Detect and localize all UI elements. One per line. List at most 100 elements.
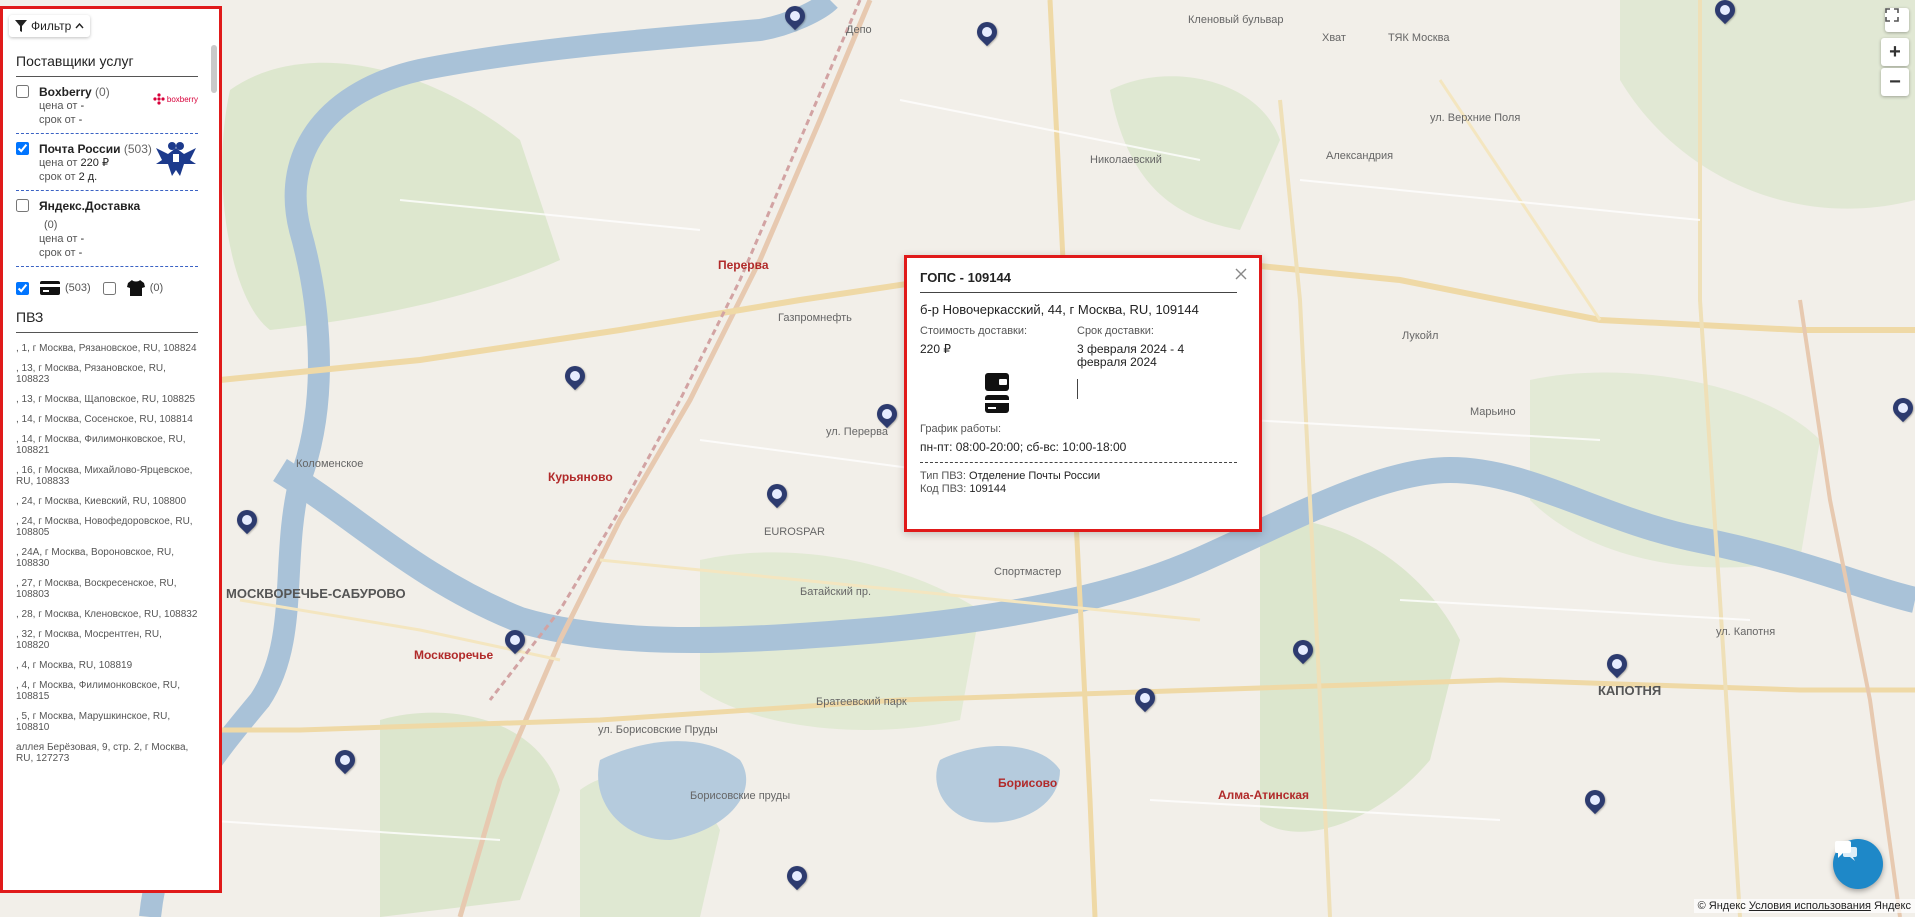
type-terminal-checkbox[interactable]	[16, 281, 29, 295]
map-label-nikolay: Николаевский	[1090, 154, 1162, 166]
term-value: -	[78, 114, 83, 126]
type-clothing-checkbox[interactable]	[102, 281, 116, 295]
filter-label: Фильтр	[31, 19, 72, 33]
popup-term-label: Срок доставки:	[1077, 325, 1154, 337]
pvz-list-item[interactable]: , 1, г Москва, Рязановское, RU, 108824	[16, 339, 198, 359]
provider-boxberry: Boxberry (0) цена от - срок от - boxberr…	[16, 77, 198, 134]
popup-cost-label: Стоимость доставки:	[920, 325, 1028, 337]
pvz-marker[interactable]	[780, 1, 810, 38]
map-label-lukoil: Лукойл	[1402, 330, 1439, 342]
zoom-out-button[interactable]: −	[1881, 68, 1909, 96]
provider-russian-post-checkbox[interactable]	[16, 142, 29, 155]
map-label-maryino: Марьино	[1470, 406, 1516, 418]
boxberry-logo-text: boxberry	[166, 94, 198, 104]
pvz-type-filter: (503) (0)	[16, 267, 198, 305]
provider-russian-post: Почта России (503) цена от 220 ₽ срок от…	[16, 134, 198, 191]
expand-icon	[1885, 8, 1899, 22]
popup-term-value: 3 февраля 2024 - 4 февраля 2024	[1077, 342, 1185, 369]
eagle-icon	[156, 142, 196, 176]
pvz-marker[interactable]	[782, 861, 812, 898]
popup-code-row: Код ПВЗ: 109144	[920, 483, 1237, 496]
pvz-marker[interactable]	[1580, 785, 1610, 822]
provider-term: срок от -	[39, 246, 198, 260]
provider-name-text: Почта России	[39, 142, 121, 156]
providers-title: Поставщики услуг	[16, 43, 198, 77]
provider-name-text: Яндекс.Доставка	[39, 199, 141, 213]
popup-title: ГОПС - 109144	[920, 270, 1237, 293]
pvz-marker[interactable]	[872, 399, 902, 436]
pvz-list-item[interactable]: , 27, г Москва, Воскресенское, RU, 10880…	[16, 574, 198, 605]
type-terminal-count: (503)	[65, 282, 91, 294]
popup-type-label: Тип ПВЗ:	[920, 470, 966, 482]
map-label-borisovskie-prudy: Борисовские пруды	[690, 790, 791, 802]
map-label-pererva: Перерва	[718, 258, 769, 272]
price-value: 220 ₽	[80, 157, 109, 169]
pvz-list-item[interactable]: , 14, г Москва, Филимонковское, RU, 1088…	[16, 430, 198, 461]
map-copyright: © Яндекс	[1697, 900, 1746, 912]
pvz-list-item[interactable]: , 32, г Москва, Мосрентген, RU, 108820	[16, 625, 198, 656]
popup-address: б-р Новочеркасский, 44, г Москва, RU, 10…	[920, 302, 1199, 317]
pvz-title: ПВЗ	[16, 305, 198, 333]
fullscreen-button[interactable]	[1885, 8, 1909, 32]
price-label: цена от	[39, 233, 78, 245]
pvz-list-item[interactable]: аллея Берёзовая, 9, стр. 2, г Москва, RU…	[16, 738, 198, 769]
filter-toggle-button[interactable]: Фильтр	[9, 15, 91, 37]
pvz-list-item[interactable]: , 4, г Москва, Филимонковское, RU, 10881…	[16, 676, 198, 707]
pvz-list-item[interactable]: , 4, г Москва, RU, 108819	[16, 656, 198, 676]
pvz-marker[interactable]	[1130, 683, 1160, 720]
pvz-marker[interactable]	[232, 505, 262, 542]
map-label-aleksandriya: Александрия	[1326, 150, 1394, 162]
sidebar-scrollbar[interactable]	[211, 45, 217, 93]
pvz-marker[interactable]	[500, 625, 530, 662]
provider-price: цена от -	[39, 232, 198, 246]
boxberry-berry-icon	[153, 93, 165, 105]
pvz-marker[interactable]	[1288, 635, 1318, 672]
provider-yandex: Яндекс.Доставка (0) цена от - срок от -	[16, 191, 198, 267]
zoom-in-button[interactable]: +	[1881, 38, 1909, 66]
popup-term-col: Срок доставки: 3 февраля 2024 - 4 феврал…	[1077, 325, 1234, 417]
filter-sidebar: Фильтр Поставщики услуг Boxberry (0) цен…	[0, 6, 222, 893]
price-label: цена от	[39, 100, 78, 112]
term-label: срок от	[39, 247, 76, 259]
map-footer: © Яндекс Условия использования Яндекс	[1693, 899, 1915, 913]
chat-button[interactable]	[1833, 839, 1883, 889]
map-label-borisovo: Борисово	[998, 776, 1058, 790]
close-icon[interactable]	[1233, 266, 1249, 282]
pvz-marker[interactable]	[560, 361, 590, 398]
term-label: срок от	[39, 171, 76, 183]
chevron-up-icon	[75, 23, 84, 29]
pvz-list-item[interactable]: , 24, г Москва, Новофедоровское, RU, 108…	[16, 512, 198, 543]
pvz-list-item[interactable]: , 14, г Москва, Сосенское, RU, 108814	[16, 410, 198, 430]
card-terminal-icon	[40, 281, 60, 295]
provider-boxberry-checkbox[interactable]	[16, 85, 29, 98]
pvz-marker[interactable]	[330, 745, 360, 782]
pvz-list-item[interactable]: , 28, г Москва, Кленовское, RU, 108832	[16, 605, 198, 625]
popup-schedule-label: График работы:	[920, 423, 1002, 435]
pvz-marker[interactable]	[972, 17, 1002, 54]
term-value: -	[78, 247, 83, 259]
pvz-marker[interactable]	[1602, 649, 1632, 686]
pvz-list-item[interactable]: , 24, г Москва, Киевский, RU, 108800	[16, 492, 198, 512]
map-label-depo: Депо	[846, 24, 872, 36]
map-terms-link[interactable]: Условия использования	[1749, 900, 1871, 912]
pvz-list: , 1, г Москва, Рязановское, RU, 108824 ,…	[16, 339, 198, 769]
map-label-moskvorechye: Москворечье	[414, 648, 494, 662]
app-screen: Кленовый бульвар Коломенское Перерва Кур…	[0, 0, 1915, 917]
chat-icon	[1835, 841, 1857, 861]
popup-code-label: Код ПВЗ:	[920, 483, 967, 495]
pvz-list-item[interactable]: , 5, г Москва, Марушкинское, RU, 108810	[16, 707, 198, 738]
pvz-list-item[interactable]: , 13, г Москва, Щаповское, RU, 108825	[16, 390, 198, 410]
map-label-klen-bulvar: Кленовый бульвар	[1188, 14, 1284, 26]
pvz-marker[interactable]	[1888, 393, 1915, 430]
popup-divider	[1077, 379, 1078, 399]
pvz-marker[interactable]	[762, 479, 792, 516]
price-value: -	[80, 233, 85, 245]
pvz-marker[interactable]	[1710, 0, 1740, 32]
popup-schedule-value: пн-пт: 08:00-20:00; сб-вс: 10:00-18:00	[920, 440, 1237, 463]
pvz-list-item[interactable]: , 24А, г Москва, Вороновское, RU, 108830	[16, 543, 198, 574]
map-label-eurospar: EUROSPAR	[764, 526, 825, 538]
provider-yandex-checkbox[interactable]	[16, 199, 29, 212]
pvz-list-item[interactable]: , 16, г Москва, Михайлово-Ярцевское, RU,…	[16, 461, 198, 492]
pvz-list-item[interactable]: , 13, г Москва, Рязановское, RU, 108823	[16, 359, 198, 390]
popup-code-value: 109144	[969, 483, 1007, 495]
